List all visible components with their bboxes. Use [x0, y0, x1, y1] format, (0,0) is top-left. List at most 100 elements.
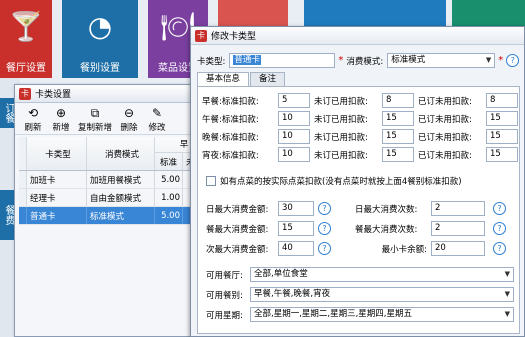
- unord-input[interactable]: 8: [382, 93, 414, 108]
- delete-button[interactable]: ⊖ 删除: [115, 105, 143, 133]
- col-card-type[interactable]: 卡类型: [27, 137, 87, 170]
- ord-label: 已订未用扣款:: [418, 150, 472, 161]
- card-type-input[interactable]: 普通卡: [229, 53, 336, 68]
- tile-label: 餐别设置: [80, 63, 120, 74]
- card-type-row: 卡类型: 普通卡 * 消费模式: 标准模式 ▼ * ?: [197, 53, 520, 68]
- copy-add-button[interactable]: ⧉ 复制新增: [75, 105, 115, 133]
- app-icon: 卡: [195, 29, 207, 42]
- help-icon[interactable]: ?: [318, 222, 331, 235]
- available-meal-label: 可用餐别:: [206, 290, 243, 301]
- tab-remarks[interactable]: 备注: [250, 72, 286, 86]
- available-restaurant-label: 可用餐厅:: [206, 270, 243, 281]
- std-input[interactable]: 10: [278, 111, 310, 126]
- help-icon[interactable]: ?: [493, 242, 506, 255]
- available-restaurant-select[interactable]: 全部,单位食堂 ▼: [250, 267, 514, 282]
- available-restaurant-row: 可用餐厅: 全部,单位食堂 ▼: [206, 267, 514, 282]
- std-input[interactable]: 5: [278, 93, 310, 108]
- edit-label: 修改: [148, 123, 166, 133]
- col-mode[interactable]: 消费模式: [87, 137, 155, 170]
- available-week-label: 可用星期:: [206, 310, 243, 321]
- clock-icon: ◔: [87, 10, 113, 43]
- table-row[interactable]: 经理卡 自由金额模式 1.00: [19, 189, 213, 207]
- meal-max-count-input[interactable]: 2: [431, 221, 485, 236]
- tile-restaurant-settings[interactable]: 🍸 餐厅设置: [0, 0, 52, 78]
- cell-mode: 标准模式: [87, 207, 155, 224]
- ord-input[interactable]: 15: [486, 147, 518, 162]
- mode-select[interactable]: 标准模式 ▼: [387, 53, 496, 68]
- row-indicator: [19, 189, 27, 206]
- chevron-down-icon: ▼: [504, 310, 510, 318]
- row-indicator: [19, 207, 27, 224]
- help-icon[interactable]: ?: [493, 222, 506, 235]
- unord-label: 未订已用扣款:: [314, 132, 368, 143]
- min-balance-label: 最小卡余额:: [381, 244, 427, 255]
- chevron-down-icon: ▼: [485, 56, 492, 64]
- meal-row-lunch: 午餐:标准扣款: 10 未订已用扣款: 15 已订未用扣款: 15: [202, 111, 518, 126]
- available-week-select[interactable]: 全部,星期一,星期二,星期三,星期四,星期五 ▼: [250, 307, 514, 322]
- day-max-amount-label: 日最大消费金额:: [206, 204, 269, 215]
- mode-value: 标准模式: [391, 55, 426, 65]
- table-row-selected[interactable]: 普通卡 标准模式 5.00: [19, 207, 213, 225]
- card-type-grid: 卡类型 消费模式 早 标准 未订 加班卡 加班用餐模式 5.00 经理卡 自由金…: [19, 137, 213, 225]
- copy-icon: ⧉: [90, 106, 100, 120]
- day-max-amount-input[interactable]: 30: [278, 201, 314, 216]
- once-max-amount-input[interactable]: 40: [278, 241, 314, 256]
- min-balance-input[interactable]: 20: [431, 241, 485, 256]
- tile-meal-settings[interactable]: ◔ 餐别设置: [62, 0, 138, 78]
- help-icon[interactable]: ?: [493, 202, 506, 215]
- day-max-count-label: 日最大消费次数:: [355, 204, 418, 215]
- dialog-tabs: 基本信息 备注: [197, 72, 286, 87]
- cell-standard: 1.00: [155, 189, 183, 206]
- chevron-down-icon: ▼: [504, 270, 510, 278]
- actual-dish-row: 如有点菜的按实际点菜扣款(没有点菜时就按上面4餐别标准扣款): [206, 175, 462, 187]
- meal-row-supper: 宵夜:标准扣款: 10 未订已用扣款: 15 已订未用扣款: 15: [202, 147, 518, 162]
- unord-label: 未订已用扣款:: [314, 150, 368, 161]
- refresh-button[interactable]: ⟲ 刷新: [19, 105, 47, 133]
- help-icon[interactable]: ?: [318, 242, 331, 255]
- col-standard[interactable]: 标准: [155, 153, 183, 170]
- meal-row-breakfast: 早餐:标准扣款: 5 未订已用扣款: 8 已订未用扣款: 8: [202, 93, 518, 108]
- std-input[interactable]: 10: [278, 129, 310, 144]
- card-type-label: 卡类型:: [197, 56, 226, 67]
- ord-label: 已订未用扣款:: [418, 96, 472, 107]
- available-meal-value: 早餐,午餐,晚餐,宵夜: [254, 289, 331, 299]
- help-icon[interactable]: ?: [318, 202, 331, 215]
- row-indicator-header: [19, 137, 27, 170]
- cell-standard: 5.00: [155, 207, 183, 224]
- cell-card-type: 普通卡: [27, 207, 87, 224]
- limit-row-once: 次最大消费金额: 40 ? 最小卡余额: 20 ?: [206, 241, 506, 256]
- ord-input[interactable]: 15: [486, 111, 518, 126]
- cell-card-type: 经理卡: [27, 189, 87, 206]
- meal-max-amount-input[interactable]: 15: [278, 221, 314, 236]
- tab-basic-info[interactable]: 基本信息: [197, 72, 250, 87]
- unord-input[interactable]: 15: [382, 129, 414, 144]
- ord-input[interactable]: 15: [486, 129, 518, 144]
- unord-input[interactable]: 15: [382, 111, 414, 126]
- actual-dish-checkbox[interactable]: [206, 176, 216, 186]
- ord-input[interactable]: 8: [486, 93, 518, 108]
- limit-row-day: 日最大消费金额: 30 ? 日最大消费次数: 2 ?: [206, 201, 506, 216]
- basic-info-panel: 早餐:标准扣款: 5 未订已用扣款: 8 已订未用扣款: 8 午餐:标准扣款: …: [197, 86, 520, 334]
- grid-header: 卡类型 消费模式 早 标准 未订: [19, 137, 213, 171]
- day-max-count-input[interactable]: 2: [431, 201, 485, 216]
- chevron-down-icon: ▼: [504, 290, 510, 298]
- card-type-window: 卡 卡类设置 ⟲ 刷新 ⊕ 新增 ⧉ 复制新增 ⊖ 删除 ✎ 修改 卡类型 消费模式 早 …: [14, 84, 214, 337]
- cell-mode: 自由金额模式: [87, 189, 155, 206]
- required-mark: *: [498, 55, 504, 66]
- help-icon[interactable]: ?: [506, 54, 520, 67]
- available-meal-select[interactable]: 早餐,午餐,晚餐,宵夜 ▼: [250, 287, 514, 302]
- std-input[interactable]: 10: [278, 147, 310, 162]
- available-week-value: 全部,星期一,星期二,星期三,星期四,星期五: [254, 309, 413, 319]
- cell-mode: 加班用餐模式: [87, 171, 155, 188]
- table-row[interactable]: 加班卡 加班用餐模式 5.00: [19, 171, 213, 189]
- card-type-value: 普通卡: [233, 55, 261, 65]
- card-window-title: 卡类设置: [35, 90, 72, 100]
- add-icon: ⊕: [55, 106, 67, 120]
- edit-button[interactable]: ✎ 修改: [143, 105, 171, 133]
- edit-icon: ✎: [151, 106, 163, 120]
- add-button[interactable]: ⊕ 新增: [47, 105, 75, 133]
- std-label: 晚餐:标准扣款:: [202, 132, 259, 143]
- actual-dish-label: 如有点菜的按实际点菜扣款(没有点菜时就按上面4餐别标准扣款): [220, 177, 462, 187]
- delete-label: 删除: [120, 123, 138, 133]
- unord-input[interactable]: 15: [382, 147, 414, 162]
